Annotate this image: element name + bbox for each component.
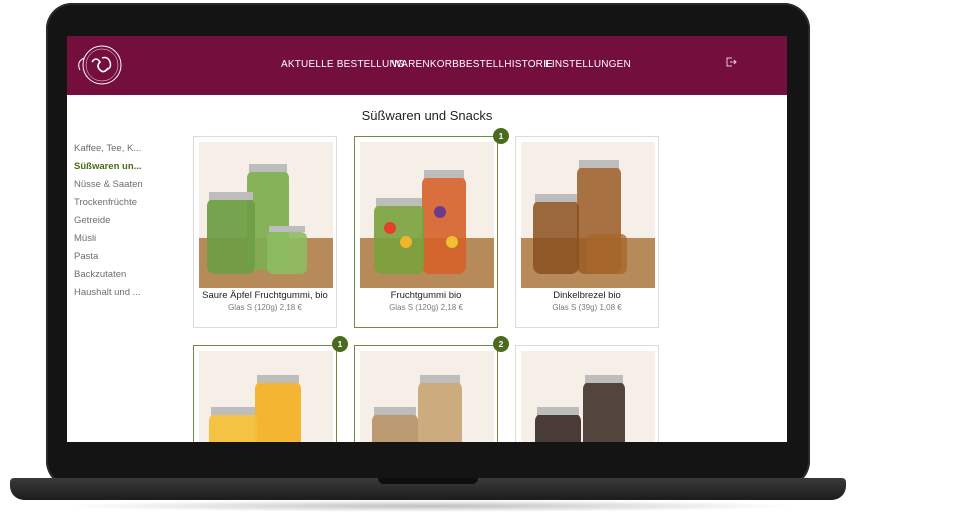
screen: AKTUELLE BESTELLUNG WARENKORB BESTELLHIS…: [67, 36, 787, 442]
product-name: Dinkelbrezel bio: [553, 290, 621, 301]
product-card[interactable]: [354, 345, 498, 442]
product-card[interactable]: Dinkelbrezel bio Glas S (39g) 1,08 €: [515, 136, 659, 328]
product-image: [199, 351, 333, 442]
product-image: [360, 142, 494, 288]
product-image: [199, 142, 333, 288]
page-title: Süßwaren und Snacks: [361, 108, 493, 123]
main-nav: AKTUELLE BESTELLUNG WARENKORB BESTELLHIS…: [67, 36, 787, 95]
sidebar-item-trockenfruechte[interactable]: Trockenfrüchte: [74, 194, 184, 212]
product-detail: Glas S (120g) 2,18 €: [228, 303, 302, 312]
product-image: [521, 142, 655, 288]
logout-icon[interactable]: [725, 56, 737, 68]
sidebar-item-backzutaten[interactable]: Backzutaten: [74, 266, 184, 284]
quantity-badge: 2: [493, 336, 509, 352]
laptop-notch: [378, 478, 478, 484]
product-detail: Glas S (39g) 1,08 €: [552, 303, 622, 312]
sidebar-item-getreide[interactable]: Getreide: [74, 212, 184, 230]
product-card[interactable]: Saure Äpfel Fruchtgummi, bio Glas S (120…: [193, 136, 337, 328]
product-image: [521, 351, 655, 442]
category-sidebar: Kaffee, Tee, K... Süßwaren un... Nüsse &…: [74, 140, 184, 302]
sidebar-item-suesswaren[interactable]: Süßwaren un...: [74, 158, 184, 176]
product-card[interactable]: [515, 345, 659, 442]
nav-einstellungen[interactable]: EINSTELLUNGEN: [545, 59, 631, 70]
sidebar-item-haushalt[interactable]: Haushalt und ...: [74, 284, 184, 302]
product-name: Saure Äpfel Fruchtgummi, bio: [202, 290, 328, 301]
quantity-badge: 1: [332, 336, 348, 352]
quantity-badge: 1: [493, 128, 509, 144]
sidebar-item-pasta[interactable]: Pasta: [74, 248, 184, 266]
product-card[interactable]: Fruchtgummi bio Glas S (120g) 2,18 €: [354, 136, 498, 328]
sidebar-item-nuesse[interactable]: Nüsse & Saaten: [74, 176, 184, 194]
product-name: Fruchtgummi bio: [390, 290, 462, 301]
product-detail: Glas S (120g) 2,18 €: [389, 303, 463, 312]
nav-bestellhistorie[interactable]: BESTELLHISTORIE: [459, 59, 553, 70]
top-navigation-bar: AKTUELLE BESTELLUNG WARENKORB BESTELLHIS…: [67, 36, 787, 95]
sidebar-item-kaffee[interactable]: Kaffee, Tee, K...: [74, 140, 184, 158]
laptop-shadow: [60, 500, 800, 512]
product-card[interactable]: [193, 345, 337, 442]
sidebar-item-muesli[interactable]: Müsli: [74, 230, 184, 248]
nav-aktuelle-bestellung[interactable]: AKTUELLE BESTELLUNG: [281, 59, 405, 70]
nav-warenkorb[interactable]: WARENKORB: [392, 59, 459, 70]
product-image: [360, 351, 494, 442]
